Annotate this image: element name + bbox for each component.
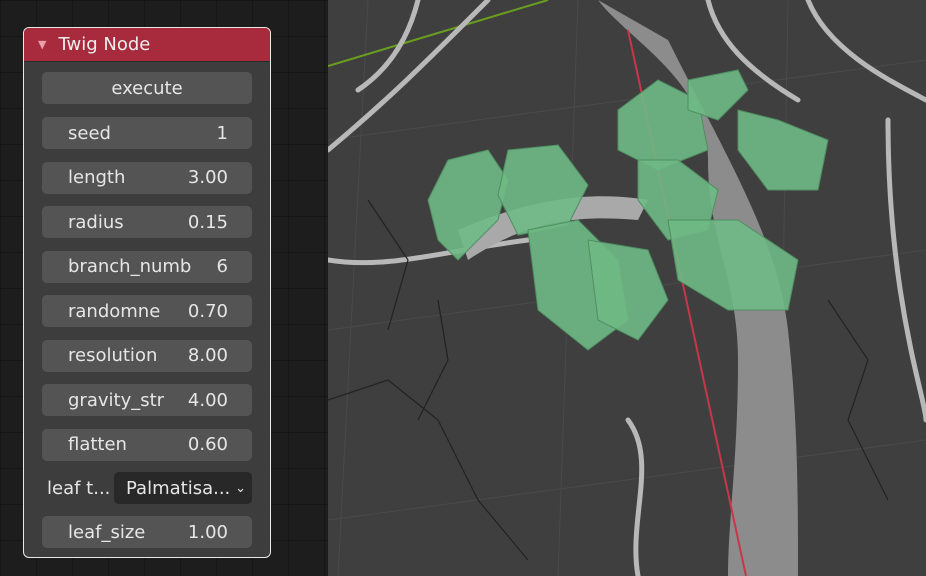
field-gravity-str[interactable]: gravity_str 4.00 [42, 384, 252, 416]
3d-viewport[interactable] [328, 0, 926, 576]
field-randomne[interactable]: randomne 0.70 [42, 295, 252, 327]
field-label: leaf_size [68, 521, 146, 543]
field-seed[interactable]: seed 1 [42, 117, 252, 149]
field-value: 8.00 [187, 345, 228, 366]
y-axis-line [328, 0, 549, 67]
field-label: randomne [68, 300, 161, 322]
field-label: branch_numb [68, 256, 192, 277]
field-label: radius [68, 211, 124, 233]
field-value: 0.15 [187, 211, 228, 233]
field-branch-numb[interactable]: branch_numb 6 [42, 250, 252, 283]
tree-render [328, 0, 926, 576]
field-value: 3.00 [187, 167, 228, 188]
leaf-type-dropdown[interactable]: Palmatisa... ⌄ [114, 472, 252, 504]
field-value: 0.70 [187, 300, 228, 322]
field-label: gravity_str [68, 389, 165, 411]
field-radius[interactable]: radius 0.15 [42, 206, 252, 238]
field-length[interactable]: length 3.00 [42, 161, 252, 194]
field-value: 0.60 [187, 434, 228, 455]
field-resolution[interactable]: resolution 8.00 [42, 339, 252, 372]
field-label: seed [68, 122, 111, 144]
field-label: resolution [68, 345, 158, 366]
leaf-size-field[interactable]: leaf_size 1.00 [42, 516, 252, 548]
field-value: 1.00 [187, 521, 228, 543]
node-title: Twig Node [58, 34, 151, 55]
execute-button[interactable]: execute [42, 72, 252, 104]
field-label: length [68, 167, 126, 188]
leaf-type-row: leaf t... Palmatisa... ⌄ [42, 472, 252, 504]
field-value: 1 [216, 122, 228, 144]
field-flatten[interactable]: flatten 0.60 [42, 428, 252, 461]
twig-node[interactable]: ▼ Twig Node execute seed 1 length 3.00 radius… [23, 27, 271, 558]
chevron-down-icon: ⌄ [235, 480, 246, 496]
leaf-type-value: Palmatisa... [126, 477, 231, 499]
leaf-type-label: leaf t... [47, 477, 111, 499]
field-label: flatten [68, 434, 127, 455]
field-value: 4.00 [187, 389, 228, 411]
collapse-triangle-icon[interactable]: ▼ [38, 38, 46, 51]
node-header[interactable]: ▼ Twig Node [24, 28, 270, 62]
field-value: 6 [216, 256, 228, 277]
